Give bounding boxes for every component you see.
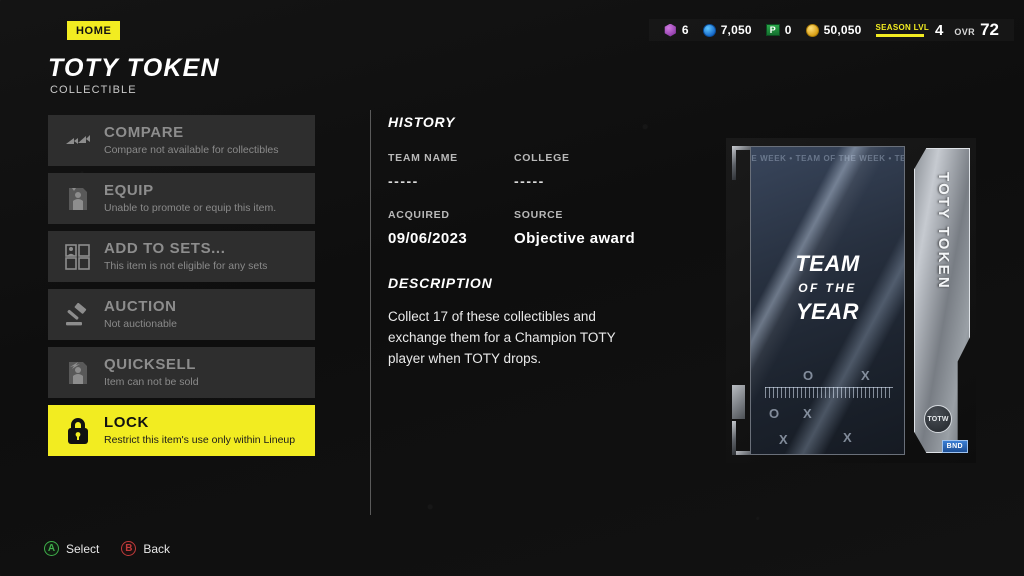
- action-row-auction[interactable]: AUCTION Not auctionable: [48, 289, 315, 340]
- card-title-line2: OF THE: [798, 281, 857, 295]
- card-side-label: TOTY TOKEN: [935, 172, 952, 290]
- details-panel: HISTORY TEAM NAME COLLEGE ----- ----- AC…: [388, 114, 688, 370]
- season-level-label: SEASON LVL: [875, 23, 930, 32]
- card-bracket-side-tab: [732, 385, 745, 419]
- card-bracket-bottom-left-v: [732, 421, 736, 455]
- currency-points: P 0: [759, 23, 799, 37]
- prompt-select[interactable]: A Select: [44, 541, 99, 556]
- action-title: ADD TO SETS...: [104, 239, 226, 257]
- action-row-quicksell[interactable]: QUICKSELL Item can not be sold: [48, 347, 315, 398]
- collectible-card[interactable]: HE WEEK • TEAM OF THE WEEK • TEAM O TEAM…: [726, 138, 976, 463]
- prompt-back-label: Back: [143, 541, 171, 556]
- card-play-markings: O X O X X X: [751, 354, 904, 447]
- action-row-compare[interactable]: COMPARE Compare not available for collec…: [48, 115, 315, 166]
- gold-coin-icon: [805, 23, 819, 37]
- field-label-acquired: ACQUIRED: [388, 209, 450, 221]
- action-row-add-to-sets[interactable]: ADD TO SETS... This item is not eligible…: [48, 231, 315, 282]
- field-label-source: SOURCE: [514, 209, 564, 221]
- card-artwork: HE WEEK • TEAM OF THE WEEK • TEAM O TEAM…: [750, 146, 905, 455]
- page-subtitle: COLLECTIBLE: [50, 84, 137, 96]
- field-value-acquired: 09/06/2023: [388, 230, 468, 247]
- action-desc: Item can not be sold: [104, 375, 199, 388]
- currency-coin-blue-value: 7,050: [720, 23, 752, 37]
- green-points-icon: P: [765, 24, 780, 36]
- sets-grid-icon: [58, 240, 98, 274]
- history-fields: TEAM NAME COLLEGE ----- ----- ACQUIRED S…: [388, 152, 688, 267]
- compare-arrows-icon: [58, 124, 98, 158]
- action-desc: Restrict this item's use only within Lin…: [104, 433, 296, 446]
- overall-rating: OVR 72: [950, 20, 1006, 40]
- currency-gem-value: 6: [681, 23, 689, 37]
- season-level-bar: [875, 34, 924, 37]
- currency-coin-gold-value: 50,050: [823, 23, 862, 37]
- home-tab[interactable]: HOME: [67, 21, 121, 40]
- description-text: Collect 17 of these collectibles and exc…: [388, 309, 616, 366]
- season-level: SEASON LVL 4: [869, 22, 951, 39]
- card-bracket-top-left-v: [732, 146, 736, 180]
- description-heading: DESCRIPTION: [388, 275, 493, 291]
- action-desc: Compare not available for collectibles: [104, 143, 279, 156]
- prompt-select-label: Select: [66, 541, 100, 556]
- action-desc: Unable to promote or equip this item.: [104, 201, 277, 214]
- field-label-team-name: TEAM NAME: [388, 152, 458, 164]
- action-row-lock[interactable]: LOCK Restrict this item's use only withi…: [48, 405, 315, 456]
- totw-badge-icon: TOTW: [924, 405, 952, 433]
- bnd-tag: BND: [941, 440, 968, 453]
- page-title: TOTY TOKEN: [48, 54, 220, 82]
- blue-coin-icon: [702, 23, 716, 37]
- action-title: EQUIP: [104, 181, 154, 199]
- currency-points-value: 0: [784, 23, 792, 37]
- action-title: QUICKSELL: [104, 355, 197, 373]
- field-value-team-name: -----: [388, 173, 419, 189]
- lock-icon: [58, 414, 98, 448]
- a-button-icon: A: [44, 541, 59, 556]
- hud-currency-bar: 6 7,050 P 0 50,050 SEASON LVL 4 OVR 72: [648, 19, 1014, 41]
- equip-player-icon: [58, 182, 98, 216]
- card-title: TEAM OF THE YEAR: [751, 251, 904, 325]
- button-prompt-bar: A Select B Back: [44, 541, 170, 556]
- season-level-value: 4: [935, 21, 944, 39]
- overall-rating-value: 72: [980, 20, 999, 39]
- card-ruler-graphic: [765, 387, 893, 398]
- overall-rating-label: OVR: [954, 27, 976, 37]
- currency-coin-blue: 7,050: [696, 23, 759, 37]
- action-desc: This item is not eligible for any sets: [104, 259, 268, 272]
- action-title: LOCK: [104, 413, 149, 431]
- history-heading: HISTORY: [388, 114, 456, 130]
- purple-gem-icon: [664, 23, 676, 37]
- b-button-icon: B: [121, 541, 137, 556]
- card-title-line1: TEAM: [795, 251, 860, 276]
- action-list: COMPARE Compare not available for collec…: [48, 115, 315, 463]
- currency-coin-gold: 50,050: [799, 23, 869, 37]
- quicksell-icon: [58, 356, 98, 390]
- field-value-source: Objective award: [514, 230, 636, 247]
- card-ticker-text: HE WEEK • TEAM OF THE WEEK • TEAM O: [751, 154, 905, 163]
- action-title: AUCTION: [104, 297, 177, 315]
- vertical-divider: [370, 110, 371, 515]
- card-title-line3: YEAR: [795, 299, 860, 324]
- field-value-college: -----: [514, 173, 545, 189]
- action-title: COMPARE: [104, 123, 184, 141]
- gavel-icon: [58, 298, 98, 332]
- card-frame: HE WEEK • TEAM OF THE WEEK • TEAM O TEAM…: [726, 138, 976, 463]
- action-row-equip[interactable]: EQUIP Unable to promote or equip this it…: [48, 173, 315, 224]
- prompt-back[interactable]: B Back: [121, 541, 170, 556]
- action-desc: Not auctionable: [104, 317, 177, 330]
- field-label-college: COLLEGE: [514, 152, 570, 164]
- currency-gem: 6: [657, 23, 696, 37]
